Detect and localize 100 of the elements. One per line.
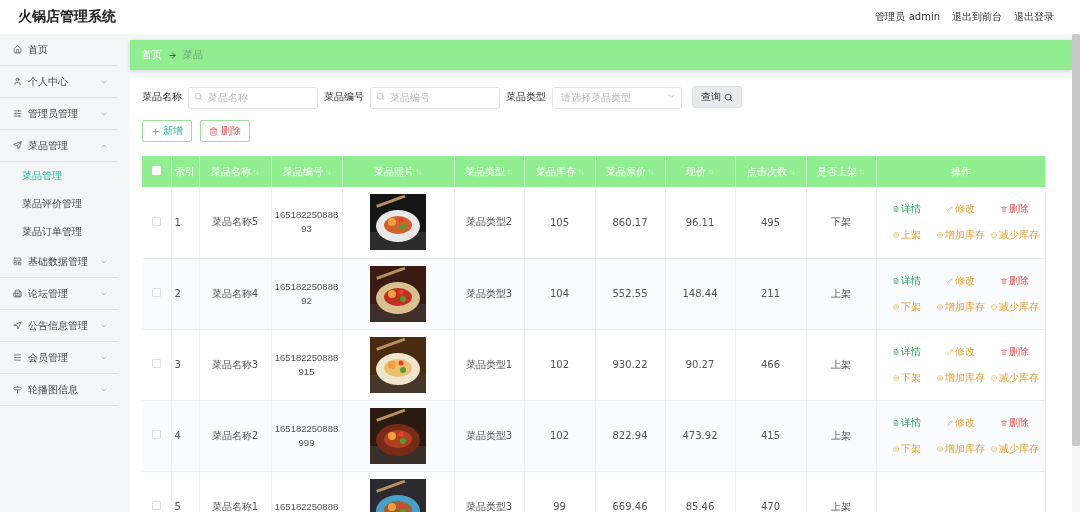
table-cell: 菜品类型3 bbox=[454, 258, 524, 329]
sidebar-subitem[interactable]: 菜品订单管理 bbox=[0, 218, 118, 246]
action-link[interactable]: 下架 bbox=[879, 299, 934, 314]
search-button[interactable]: 查询 bbox=[692, 86, 742, 108]
action-link[interactable]: 下架 bbox=[879, 370, 934, 385]
checkbox[interactable] bbox=[151, 359, 161, 368]
sidebar-item[interactable]: 会员管理 bbox=[0, 342, 118, 374]
table-cell: 466 bbox=[735, 329, 806, 400]
table-cell: 90.27 bbox=[665, 329, 735, 400]
sort-icon bbox=[324, 168, 331, 175]
table-cell: 上架 bbox=[806, 329, 876, 400]
paper-plane-icon bbox=[13, 141, 22, 150]
minus-circle-icon bbox=[990, 445, 997, 452]
action-link[interactable]: 详情 bbox=[879, 415, 934, 430]
trash-icon bbox=[1000, 277, 1007, 284]
table-cell: 菜品名称2 bbox=[199, 400, 271, 471]
delete-button[interactable]: 删除 bbox=[200, 120, 250, 142]
table-cell: 上架 bbox=[806, 258, 876, 329]
sort-icon bbox=[416, 168, 422, 175]
checkbox[interactable] bbox=[151, 216, 161, 226]
checkbox[interactable] bbox=[151, 501, 161, 510]
table-cell: 165182250888999 bbox=[271, 400, 342, 471]
sort-icon bbox=[507, 168, 513, 175]
signpost-icon bbox=[13, 385, 22, 394]
sliders-icon bbox=[13, 109, 22, 118]
table-cell: 552.55 bbox=[595, 258, 665, 329]
sidebar-item[interactable]: 管理员管理 bbox=[0, 98, 118, 130]
pencil-icon bbox=[946, 277, 953, 284]
sidebar-item[interactable]: 基础数据管理 bbox=[0, 246, 118, 278]
table-cell: 上架 bbox=[806, 471, 876, 512]
breadcrumb-link[interactable]: 菜品 bbox=[183, 48, 203, 62]
table-cell: 860.17 bbox=[595, 187, 665, 258]
sidebar-item[interactable]: 公告信息管理 bbox=[0, 310, 118, 342]
trash-icon bbox=[209, 126, 218, 136]
action-link[interactable]: 减少库存 bbox=[987, 299, 1042, 314]
header-link[interactable]: 退出登录 bbox=[1014, 10, 1054, 24]
building-icon bbox=[13, 289, 22, 298]
checkbox[interactable] bbox=[151, 430, 161, 439]
table-cell: 菜品类型1 bbox=[454, 329, 524, 400]
action-link[interactable]: 修改 bbox=[933, 415, 988, 430]
sort-icon bbox=[648, 168, 654, 175]
action-link[interactable]: 删除 bbox=[987, 202, 1042, 217]
pencil-icon bbox=[946, 419, 953, 426]
table-cell: 102 bbox=[524, 400, 595, 471]
action-link[interactable]: 上架 bbox=[879, 228, 934, 243]
action-link[interactable]: 减少库存 bbox=[987, 370, 1042, 385]
action-link[interactable]: 修改 bbox=[933, 273, 988, 288]
scrollbar[interactable] bbox=[1072, 34, 1080, 446]
plus-circle-icon bbox=[936, 445, 943, 452]
table-cell: 415 bbox=[735, 400, 806, 471]
action-link[interactable]: 详情 bbox=[879, 344, 934, 359]
table-cell: 上架 bbox=[806, 400, 876, 471]
table-cell: 菜品名称5 bbox=[199, 187, 271, 258]
sidebar-item[interactable]: 论坛管理 bbox=[0, 278, 118, 310]
table-cell: 3 bbox=[171, 329, 199, 400]
header-link[interactable]: 管理员 admin bbox=[875, 10, 940, 24]
breadcrumb-link[interactable]: 首页 bbox=[142, 48, 162, 62]
table-cell: 930.22 bbox=[595, 329, 665, 400]
pencil-icon bbox=[946, 206, 953, 213]
action-link[interactable]: 增加库存 bbox=[933, 370, 988, 385]
table-cell: 菜品类型2 bbox=[454, 187, 524, 258]
action-link[interactable]: 修改 bbox=[933, 344, 988, 359]
sort-icon bbox=[577, 168, 584, 175]
table-cell: 菜品名称1 bbox=[199, 471, 271, 512]
column-header[interactable]: 现价 bbox=[686, 164, 714, 179]
user-icon bbox=[13, 77, 22, 86]
action-link[interactable]: 详情 bbox=[879, 273, 934, 288]
sidebar-item[interactable]: 轮播图信息 bbox=[0, 374, 118, 406]
action-link[interactable]: 详情 bbox=[879, 202, 934, 217]
checkbox[interactable] bbox=[151, 288, 161, 297]
table-cell: 211 bbox=[735, 258, 806, 329]
sort-icon bbox=[788, 168, 795, 175]
action-link[interactable]: 减少库存 bbox=[987, 228, 1042, 243]
action-link[interactable]: 下架 bbox=[879, 441, 934, 456]
navigation-icon bbox=[13, 321, 22, 330]
action-link[interactable]: 减少库存 bbox=[987, 441, 1042, 456]
table-cell: 822.94 bbox=[595, 400, 665, 471]
sidebar-subitem[interactable]: 菜品管理 bbox=[0, 162, 118, 190]
column-header[interactable]: 操作 bbox=[950, 164, 971, 179]
action-link[interactable]: 增加库存 bbox=[933, 299, 988, 314]
action-link[interactable]: 删除 bbox=[987, 344, 1042, 359]
menu-icon bbox=[13, 353, 22, 362]
action-link[interactable]: 修改 bbox=[933, 202, 988, 217]
table-cell: 16518225088892 bbox=[271, 258, 342, 329]
search-icon bbox=[724, 92, 733, 102]
sidebar-item[interactable]: 菜品管理 bbox=[0, 130, 118, 162]
table-cell: 102 bbox=[524, 329, 595, 400]
trash-icon bbox=[1000, 419, 1007, 426]
sidebar-item[interactable]: 个人中心 bbox=[0, 66, 118, 98]
add-button[interactable]: 新增 bbox=[142, 120, 192, 142]
table-cell: 669.46 bbox=[595, 471, 665, 512]
sidebar-item[interactable]: 首页 bbox=[0, 34, 118, 66]
action-link[interactable]: 增加库存 bbox=[933, 228, 988, 243]
app-title: 火锅店管理系统 bbox=[18, 8, 116, 26]
action-link[interactable]: 删除 bbox=[987, 273, 1042, 288]
action-link[interactable]: 删除 bbox=[987, 415, 1042, 430]
table-cell: 96.11 bbox=[665, 187, 735, 258]
sidebar-subitem[interactable]: 菜品评价管理 bbox=[0, 190, 118, 218]
action-link[interactable]: 增加库存 bbox=[933, 441, 988, 456]
header-link[interactable]: 退出到前台 bbox=[952, 10, 1002, 24]
